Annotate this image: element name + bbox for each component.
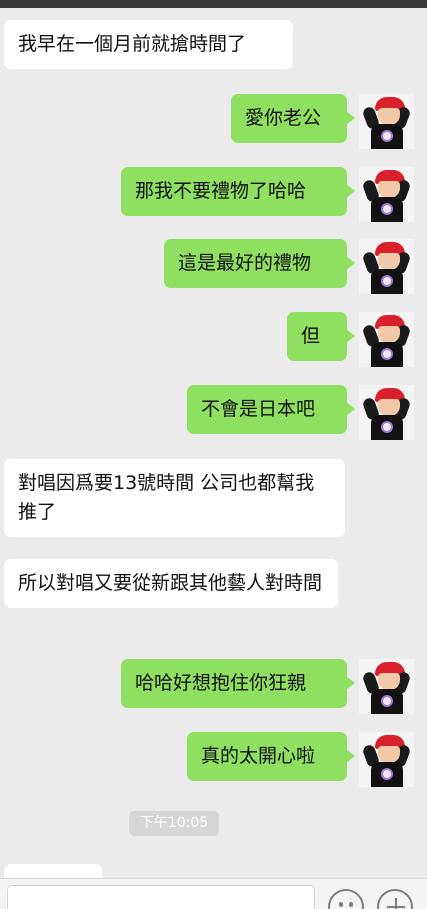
plus-icon[interactable] <box>377 889 413 909</box>
avatar[interactable] <box>359 732 414 787</box>
status-bar <box>0 0 427 8</box>
avatar[interactable] <box>359 94 414 149</box>
message-bubble-incoming[interactable]: 我早在一個月前就搶時間了 <box>4 20 293 69</box>
message-bubble-outgoing[interactable]: 哈哈好想抱住你狂親 <box>121 659 355 708</box>
message-input[interactable] <box>7 885 315 909</box>
message-text: 真的太開心啦 <box>201 745 316 767</box>
avatar[interactable] <box>359 659 414 714</box>
emoji-icon[interactable] <box>328 889 364 909</box>
input-bar <box>0 878 427 909</box>
message-text: 我早在一個月前就搶時間了 <box>18 33 247 55</box>
avatar[interactable] <box>359 239 414 294</box>
message-text: 不會是日本吧 <box>201 398 316 420</box>
message-bubble-outgoing[interactable]: 真的太開心啦 <box>187 732 355 781</box>
message-text: 這是最好的禮物 <box>178 252 312 274</box>
message-bubble-outgoing[interactable]: 那我不要禮物了哈哈 <box>121 167 355 216</box>
message-bubble-incoming[interactable]: 對唱因爲要13號時間 公司也都幫我推了 <box>4 459 345 537</box>
chat-area[interactable]: 我早在一個月前就搶時間了 愛你老公 那我不要禮物了哈哈 這是最好的禮物 但 不會… <box>0 8 427 878</box>
avatar[interactable] <box>359 167 414 222</box>
message-text: 那我不要禮物了哈哈 <box>135 180 307 202</box>
avatar[interactable] <box>359 312 414 367</box>
message-text: 愛你老公 <box>245 107 322 129</box>
message-text: 哈哈好想抱住你狂親 <box>135 672 307 694</box>
message-bubble-outgoing[interactable]: 愛你老公 <box>231 94 355 143</box>
avatar[interactable] <box>359 385 414 440</box>
message-text: 對唱因爲要13號時間 公司也都幫我推了 <box>18 472 315 523</box>
message-bubble-incoming[interactable]: 所以對唱又要從新跟其他藝人對時間 <box>4 559 338 608</box>
message-bubble-outgoing[interactable]: 這是最好的禮物 <box>164 239 355 288</box>
timestamp: 下午10:05 <box>129 811 219 836</box>
message-bubble-outgoing[interactable]: 不會是日本吧 <box>187 385 355 434</box>
message-text: 但 <box>301 325 321 347</box>
message-text: 所以對唱又要從新跟其他藝人對時間 <box>18 572 323 594</box>
message-bubble-outgoing[interactable]: 但 <box>287 312 355 361</box>
